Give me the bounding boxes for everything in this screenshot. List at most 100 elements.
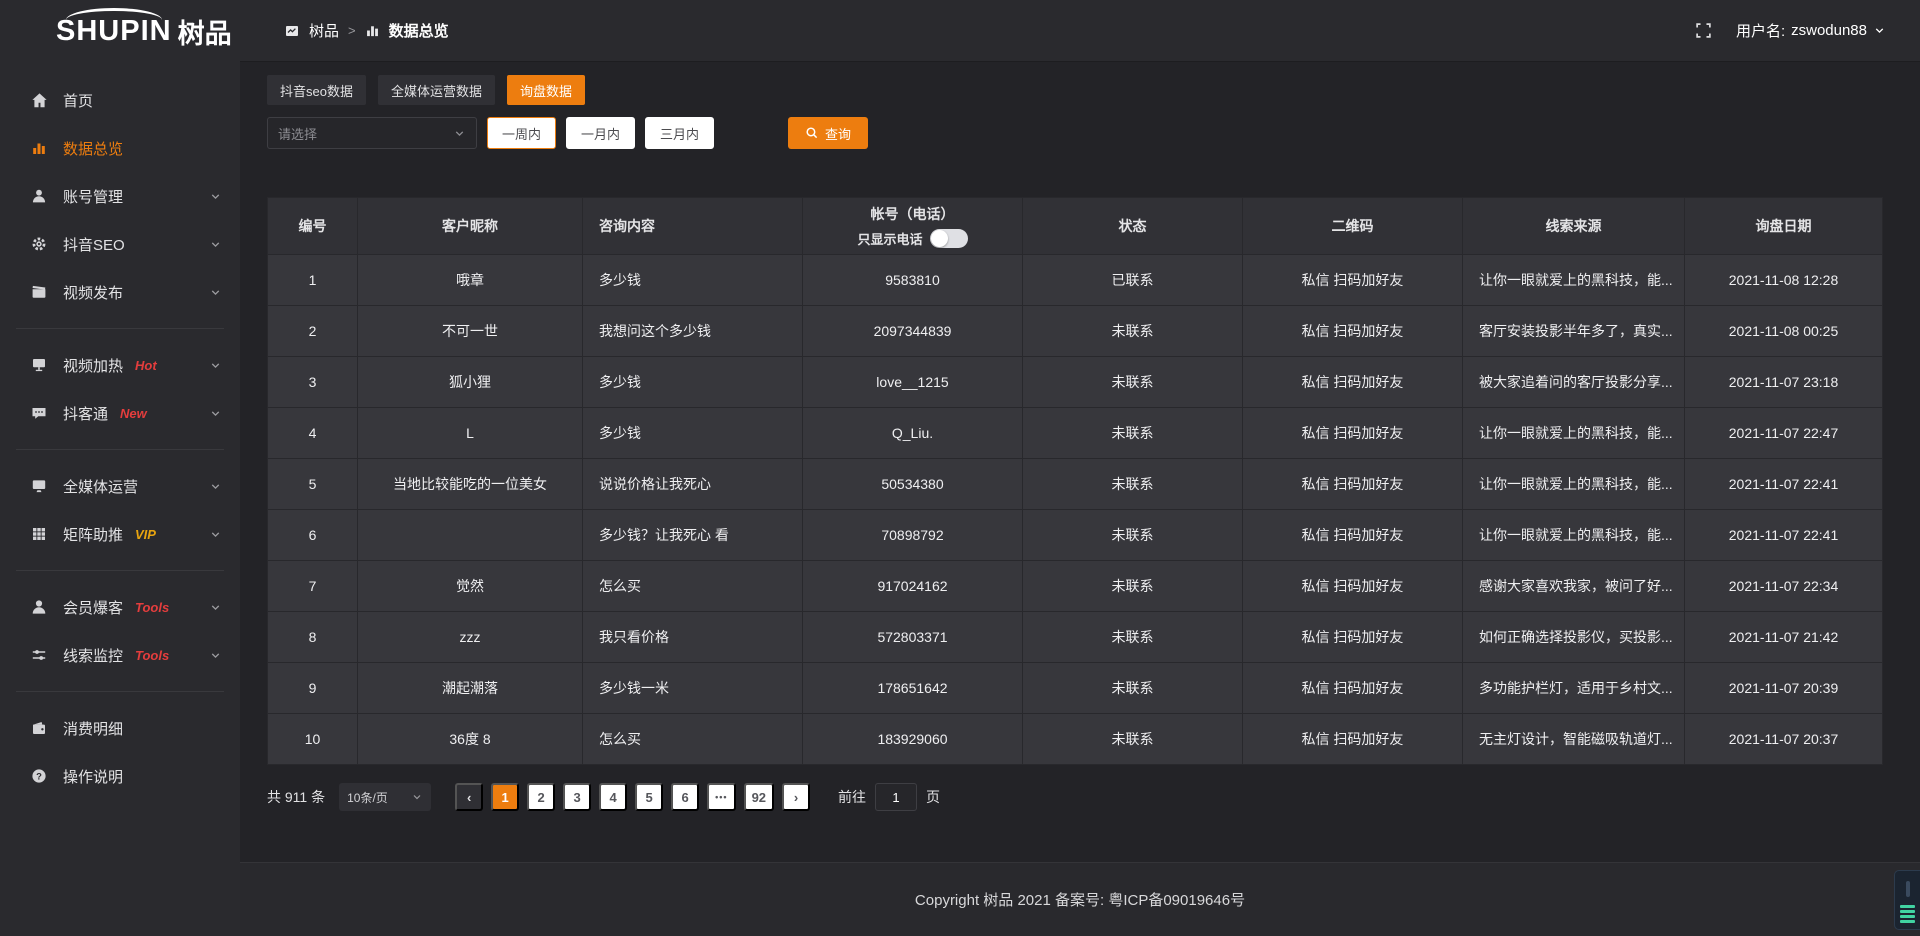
tab-2[interactable]: 询盘数据	[507, 75, 585, 105]
search-button[interactable]: 查询	[788, 117, 868, 149]
qrcode-link[interactable]: 私信 扫码加好友	[1243, 255, 1463, 306]
sidebar-item-expense-detail[interactable]: 消费明细	[0, 704, 240, 752]
fullscreen-icon[interactable]	[1695, 22, 1712, 39]
page-button-4[interactable]: 4	[599, 783, 627, 811]
app-window: SHUPIN 树品 首页数据总览账号管理抖音SEO 视频发布视频加热Hot抖客通N…	[0, 0, 1920, 936]
sidebar-item-label: 抖音SEO	[63, 234, 125, 255]
cell-status: 未联系	[1023, 459, 1243, 510]
sidebar-item-member-burst[interactable]: 会员爆客Tools	[0, 583, 240, 631]
table-row: 4L多少钱Q_Liu.未联系私信 扫码加好友让你一眼就爱上的黑科技，能...20…	[268, 408, 1883, 459]
page-ellipsis-button[interactable]: •••	[707, 783, 735, 811]
wallet-icon	[30, 719, 48, 737]
qrcode-link[interactable]: 私信 扫码加好友	[1243, 510, 1463, 561]
cell-date: 2021-11-07 20:39	[1685, 663, 1883, 714]
table-row: 5当地比较能吃的一位美女说说价格让我死心50534380未联系私信 扫码加好友让…	[268, 459, 1883, 510]
user-menu[interactable]: 用户名: zswodun88	[1736, 20, 1886, 41]
sidebar-item-douyin-seo[interactable]: 抖音SEO	[0, 220, 240, 268]
qrcode-link[interactable]: 私信 扫码加好友	[1243, 357, 1463, 408]
chevron-down-icon	[209, 649, 222, 662]
source-link[interactable]: 被大家追着问的客厅投影分享...	[1463, 357, 1685, 408]
source-link[interactable]: 客厅安装投影半年多了，真实...	[1463, 306, 1685, 357]
cell-no: 4	[268, 408, 358, 459]
cell-status: 未联系	[1023, 357, 1243, 408]
goto-page-input[interactable]	[875, 783, 917, 811]
page-button-92[interactable]: 92	[744, 783, 774, 811]
sidebar-item-video-publish[interactable]: 视频发布	[0, 268, 240, 316]
table-body: 1哦章多少钱9583810已联系私信 扫码加好友让你一眼就爱上的黑科技，能...…	[268, 255, 1883, 765]
qrcode-link[interactable]: 私信 扫码加好友	[1243, 612, 1463, 663]
qrcode-link[interactable]: 私信 扫码加好友	[1243, 663, 1463, 714]
bar-chart-icon	[365, 23, 380, 38]
column-header-4: 状态	[1023, 198, 1243, 255]
bar-chart-icon	[30, 139, 48, 157]
phone-only-toggle[interactable]	[930, 229, 968, 248]
gear-icon	[30, 235, 48, 253]
sidebar-group: 消费明细?操作说明	[0, 700, 240, 804]
cell-account: Q_Liu.	[803, 408, 1023, 459]
sidebar-item-lead-monitor[interactable]: 线索监控Tools	[0, 631, 240, 679]
page-size-select[interactable]: 10条/页	[339, 783, 431, 811]
sidebar-item-omni-media-operation[interactable]: 全媒体运营	[0, 462, 240, 510]
sidebar-item-matrix-boost[interactable]: 矩阵助推VIP	[0, 510, 240, 558]
range-button-2[interactable]: 三月内	[645, 117, 714, 149]
cell-status: 未联系	[1023, 408, 1243, 459]
cell-date: 2021-11-07 22:41	[1685, 459, 1883, 510]
tab-1[interactable]: 全媒体运营数据	[378, 75, 495, 105]
cell-account: love__1215	[803, 357, 1023, 408]
page-button-5[interactable]: 5	[635, 783, 663, 811]
filter-select[interactable]: 请选择	[267, 117, 477, 149]
badge-tools: Tools	[135, 600, 169, 615]
next-page-button[interactable]: ›	[782, 783, 810, 811]
cell-date: 2021-11-07 20:37	[1685, 714, 1883, 765]
chevron-down-icon	[209, 286, 222, 299]
source-link[interactable]: 让你一眼就爱上的黑科技，能...	[1463, 408, 1685, 459]
source-link[interactable]: 多功能护栏灯，适用于乡村文...	[1463, 663, 1685, 714]
page-button-1[interactable]: 1	[491, 783, 519, 811]
tab-0[interactable]: 抖音seo数据	[267, 75, 366, 105]
range-button-1[interactable]: 一月内	[566, 117, 635, 149]
sidebar-item-home[interactable]: 首页	[0, 76, 240, 124]
source-link[interactable]: 让你一眼就爱上的黑科技，能...	[1463, 255, 1685, 306]
sidebar-group: 首页数据总览账号管理抖音SEO 视频发布	[0, 72, 240, 320]
prev-page-button[interactable]: ‹	[455, 783, 483, 811]
source-link[interactable]: 让你一眼就爱上的黑科技，能...	[1463, 459, 1685, 510]
source-link[interactable]: 感谢大家喜欢我家，被问了好...	[1463, 561, 1685, 612]
floating-widget[interactable]	[1894, 870, 1920, 930]
chevron-down-icon	[209, 238, 222, 251]
qrcode-link[interactable]: 私信 扫码加好友	[1243, 306, 1463, 357]
sidebar-item-label: 首页	[63, 90, 93, 111]
cell-account: 70898792	[803, 510, 1023, 561]
qrcode-link[interactable]: 私信 扫码加好友	[1243, 561, 1463, 612]
source-link[interactable]: 如何正确选择投影仪，买投影...	[1463, 612, 1685, 663]
cell-content: 我想问这个多少钱	[583, 306, 803, 357]
qrcode-link[interactable]: 私信 扫码加好友	[1243, 714, 1463, 765]
sidebar-item-video-heating[interactable]: 视频加热Hot	[0, 341, 240, 389]
cell-no: 9	[268, 663, 358, 714]
qrcode-link[interactable]: 私信 扫码加好友	[1243, 408, 1463, 459]
chevron-down-icon	[411, 791, 423, 803]
sidebar-item-doukertong[interactable]: 抖客通New	[0, 389, 240, 437]
column-header-7: 询盘日期	[1685, 198, 1883, 255]
page-button-3[interactable]: 3	[563, 783, 591, 811]
member-icon	[30, 598, 48, 616]
source-link[interactable]: 让你一眼就爱上的黑科技，能...	[1463, 510, 1685, 561]
phone-only-toggle-row: 只显示电话	[807, 229, 1018, 248]
cell-content: 我只看价格	[583, 612, 803, 663]
sidebar-item-account-management[interactable]: 账号管理	[0, 172, 240, 220]
range-button-0[interactable]: 一周内	[487, 117, 556, 149]
brand-logo[interactable]: SHUPIN 树品	[0, 0, 240, 62]
cell-content: 多少钱一米	[583, 663, 803, 714]
source-link[interactable]: 无主灯设计，智能磁吸轨道灯...	[1463, 714, 1685, 765]
breadcrumb-item-root[interactable]: 树品	[309, 20, 339, 41]
grid-icon	[30, 525, 48, 543]
cell-date: 2021-11-08 00:25	[1685, 306, 1883, 357]
table-header: 编号客户昵称咨询内容帐号（电话）只显示电话状态二维码线索来源询盘日期	[268, 198, 1883, 255]
qrcode-link[interactable]: 私信 扫码加好友	[1243, 459, 1463, 510]
sidebar-group: 全媒体运营矩阵助推VIP	[0, 458, 240, 562]
page-button-6[interactable]: 6	[671, 783, 699, 811]
home-icon	[30, 91, 48, 109]
cell-status: 未联系	[1023, 663, 1243, 714]
sidebar-item-data-overview[interactable]: 数据总览	[0, 124, 240, 172]
sidebar-item-instructions[interactable]: ?操作说明	[0, 752, 240, 800]
page-button-2[interactable]: 2	[527, 783, 555, 811]
